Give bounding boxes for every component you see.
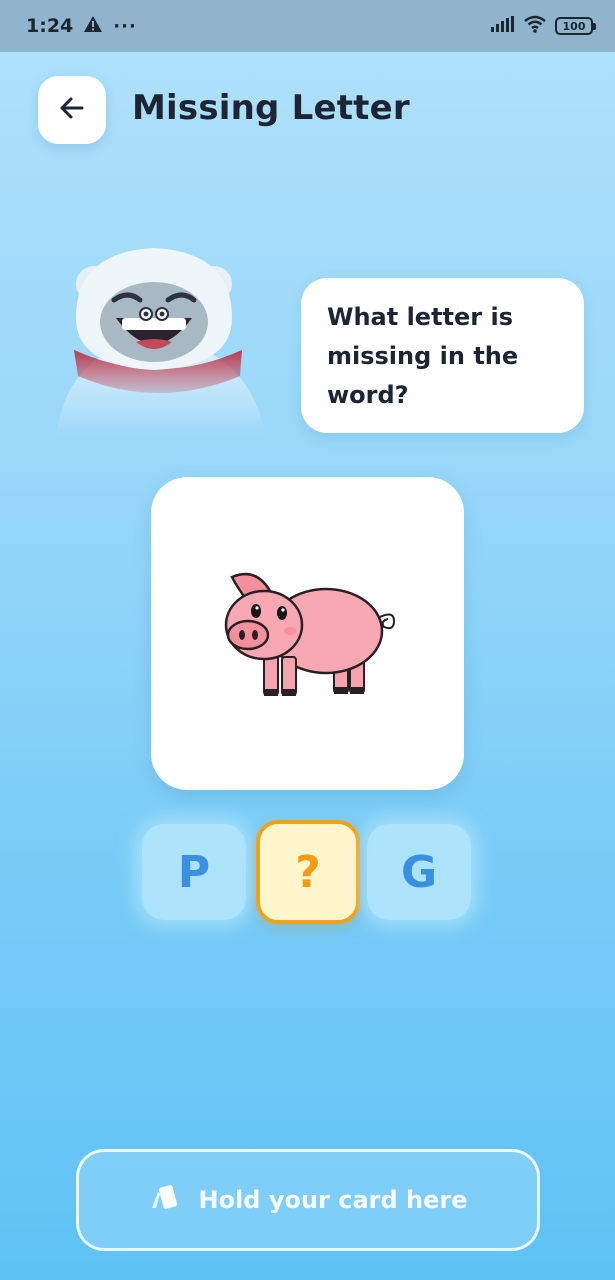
battery-icon: 100 [555,17,596,35]
hold-card-label: Hold your card here [198,1186,468,1214]
question-line-2: missing in the [327,342,519,370]
status-bar: 1:24 ··· 100 [0,0,615,52]
picture-card [151,477,464,790]
arrow-left-icon [58,94,86,126]
hold-card-area[interactable]: Hold your card here [76,1149,540,1251]
question-bubble: What letter is missing in the word? [301,278,584,433]
missing-letter-tile[interactable]: ? [256,820,360,924]
word-tiles: P ? G [0,818,615,928]
status-left: 1:24 ··· [26,15,137,38]
letter-tile-1: P [142,824,246,920]
page-title: Missing Letter [132,88,410,128]
status-right: 100 [491,15,596,37]
status-time: 1:24 [26,15,74,37]
card-tap-icon [148,1180,182,1220]
more-notifications-indicator: ··· [113,15,137,37]
yeti-mascot [36,238,280,438]
signal-icon [491,16,515,36]
question-line-1: What letter is [327,303,514,331]
question-line-3: word? [327,381,409,409]
back-button[interactable] [38,76,106,144]
pig-illustration [224,572,395,696]
letter-tile-3: G [367,824,471,920]
wifi-icon [523,15,547,37]
warning-icon [83,15,103,38]
